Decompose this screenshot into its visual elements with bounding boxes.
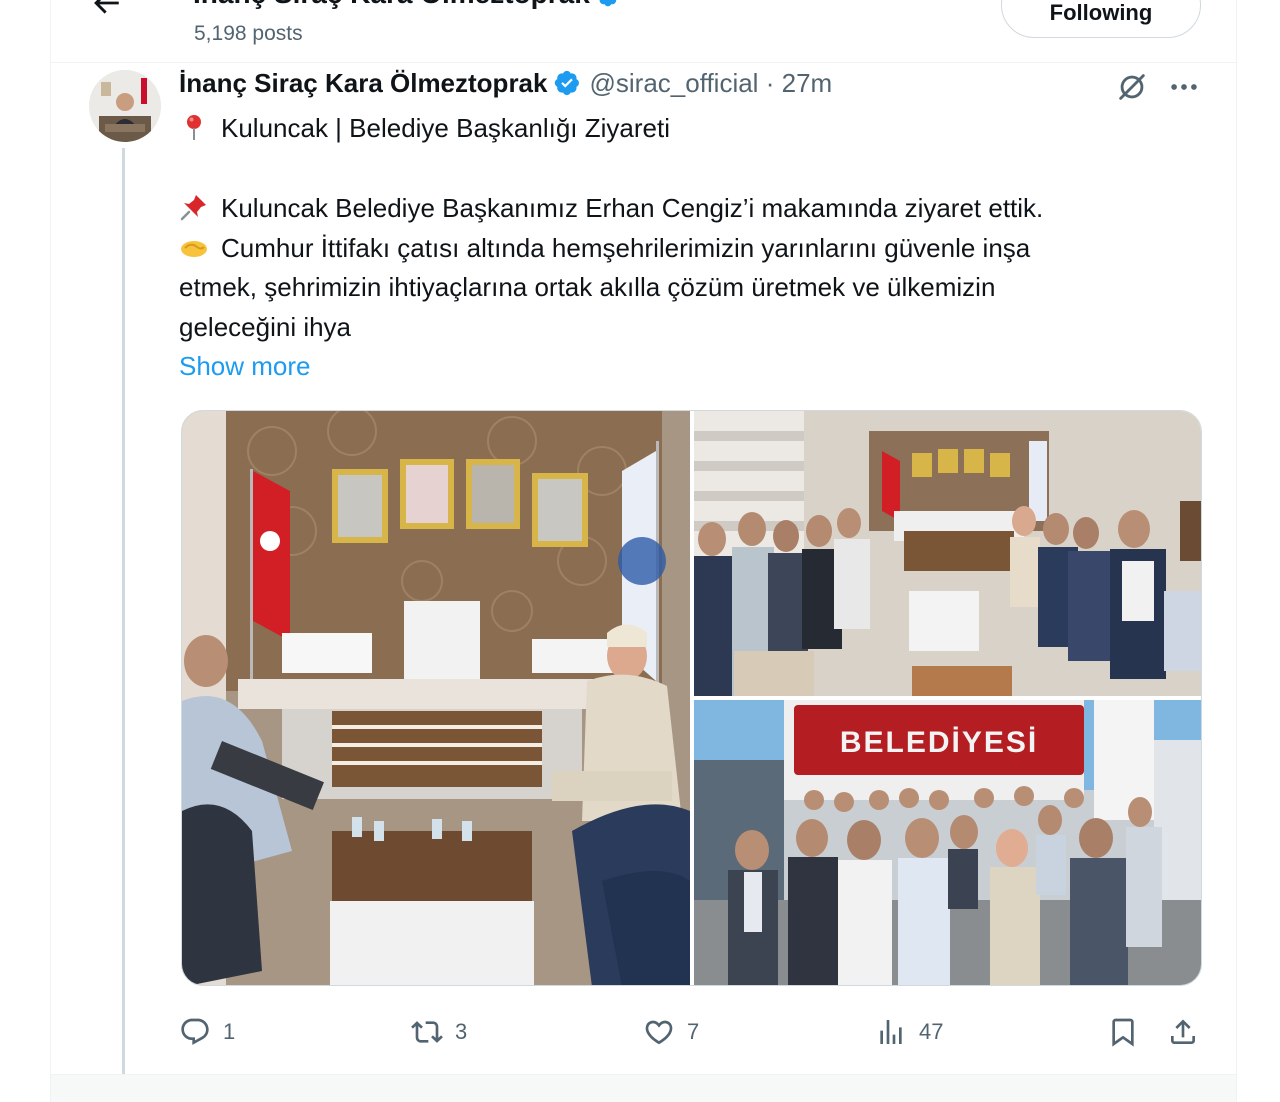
profile-header: İnanç Siraç Kara Ölmeztoprak 5,198 posts… bbox=[51, 0, 1236, 63]
separator-dot: · bbox=[765, 68, 775, 98]
heart-icon bbox=[645, 1020, 673, 1045]
pushpin-emoji bbox=[180, 195, 206, 221]
bookmark-button[interactable] bbox=[1107, 1012, 1151, 1052]
more-icon[interactable] bbox=[1167, 70, 1201, 104]
repost-button[interactable]: 3 bbox=[411, 1012, 467, 1052]
views-button[interactable]: 47 bbox=[875, 1012, 943, 1052]
tweet-text-line: Cumhur İttifakı çatısı altında hemşehril… bbox=[179, 232, 1030, 264]
following-button[interactable]: Following bbox=[1001, 0, 1201, 38]
like-button[interactable]: 7 bbox=[643, 1012, 699, 1052]
like-count: 7 bbox=[687, 1019, 700, 1044]
verified-badge-icon[interactable] bbox=[553, 69, 581, 97]
verified-badge-icon bbox=[599, 0, 617, 6]
handshake-emoji bbox=[181, 241, 207, 257]
display-name[interactable]: İnanç Siraç Kara Ölmeztoprak bbox=[179, 68, 547, 98]
tweet-text-line: Kuluncak | Belediye Başkanlığı Ziyareti bbox=[179, 112, 670, 144]
building-sign: BELEDİYESİ bbox=[840, 726, 1038, 759]
media-grid: BELEDİYESİ bbox=[181, 410, 1202, 986]
photo-group-outside[interactable]: BELEDİYESİ bbox=[694, 700, 1201, 985]
grok-icon[interactable] bbox=[1115, 70, 1149, 104]
header-title: İnanç Siraç Kara Ölmeztoprak bbox=[193, 0, 620, 10]
reply-icon bbox=[181, 1018, 209, 1045]
show-more-link[interactable]: Show more bbox=[179, 351, 311, 382]
bookmark-icon bbox=[1112, 1018, 1134, 1047]
photo-group-in-office[interactable] bbox=[694, 411, 1201, 696]
photo-office-visit[interactable] bbox=[182, 411, 690, 985]
tweet-actions: 1 3 7 47 bbox=[179, 1012, 1209, 1052]
handle[interactable]: @sirac_official bbox=[589, 68, 758, 98]
tweet-author-row: İnanç Siraç Kara Ölmeztoprak @sirac_offic… bbox=[179, 68, 832, 104]
tweet-text-line: etmek, şehrimizin ihtiyaçlarına ortak ak… bbox=[179, 272, 996, 302]
repost-icon bbox=[411, 1021, 443, 1043]
views-icon bbox=[880, 1020, 902, 1044]
back-arrow-icon[interactable] bbox=[89, 0, 123, 20]
thread-line bbox=[122, 148, 125, 1093]
next-tweet-preview bbox=[51, 1075, 1236, 1102]
tweet-text-line: Kuluncak Belediye Başkanımız Erhan Cengi… bbox=[179, 192, 1043, 224]
round-pushpin-emoji bbox=[187, 115, 201, 140]
reply-count: 1 bbox=[223, 1019, 236, 1044]
reply-button[interactable]: 1 bbox=[179, 1012, 235, 1052]
timeline-column: İnanç Siraç Kara Ölmeztoprak 5,198 posts… bbox=[50, 0, 1237, 1102]
avatar[interactable] bbox=[89, 70, 161, 142]
tweet-text-line: geleceğini ihya bbox=[179, 312, 352, 342]
view-count: 47 bbox=[919, 1019, 944, 1044]
share-button[interactable] bbox=[1167, 1012, 1211, 1052]
share-icon bbox=[1171, 1019, 1195, 1044]
repost-count: 3 bbox=[455, 1019, 468, 1044]
post-count: 5,198 posts bbox=[194, 22, 303, 45]
timestamp[interactable]: 27m bbox=[782, 68, 833, 98]
